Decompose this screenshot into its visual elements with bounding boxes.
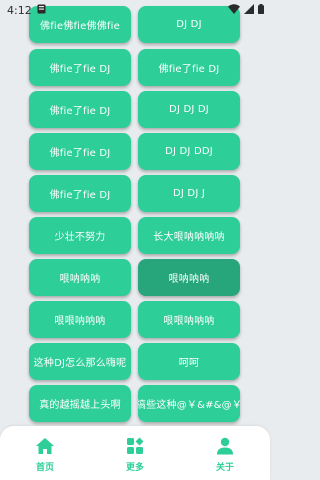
sound-button-4-right[interactable]: DJ DJ DDJ [138,133,240,170]
sound-button-8-left[interactable]: 哏哏呐呐呐 [29,301,131,338]
signal-icon [244,3,254,17]
sound-button-6-left[interactable]: 少壮不努力 [29,217,131,254]
sound-button-2-right[interactable]: 佛fie了fie DJ [138,49,240,86]
bottom-nav: 首页 更多 关于 [0,426,270,480]
battery-icon [258,3,264,17]
sound-button-3-left[interactable]: 佛fie了fie DJ [29,91,131,128]
sound-button-5-left[interactable]: 佛fie了fie DJ [29,175,131,212]
sound-button-2-left[interactable]: 佛fie了fie DJ [29,49,131,86]
nav-label-about: 关于 [215,463,234,473]
status-time: 4:12 [7,3,32,17]
nav-item-about[interactable]: 关于 [190,426,260,473]
sound-button-9-left[interactable]: 这种DJ怎么那么嗨呢 [29,343,131,380]
person-icon [215,436,235,456]
wifi-icon [228,3,240,17]
sound-button-6-right[interactable]: 长大哏呐呐呐呐 [138,217,240,254]
more-icon [125,436,145,456]
sound-button-7-left[interactable]: 哏呐呐呐 [29,259,131,296]
sound-button-8-right[interactable]: 哏哏呐呐呐 [138,301,240,338]
sound-button-5-right[interactable]: DJ DJ J [138,175,240,212]
home-icon [35,436,55,456]
nav-item-home[interactable]: 首页 [10,426,80,473]
sound-button-10-right[interactable]: 搞些这种@￥&#&@￥ [138,385,240,422]
sound-button-10-left[interactable]: 真的越摇越上头啊 [29,385,131,422]
nav-label-home: 首页 [35,463,54,473]
sound-button-7-right[interactable]: 哏呐呐呐 [138,259,240,296]
nav-label-more: 更多 [125,463,144,473]
sound-button-9-right[interactable]: 呵呵 [138,343,240,380]
sound-button-3-right[interactable]: DJ DJ DJ [138,91,240,128]
sound-button-4-left[interactable]: 佛fie了fie DJ [29,133,131,170]
status-bar: 4:12 [0,0,270,20]
notification-icon [37,4,46,17]
nav-item-more[interactable]: 更多 [100,426,170,473]
